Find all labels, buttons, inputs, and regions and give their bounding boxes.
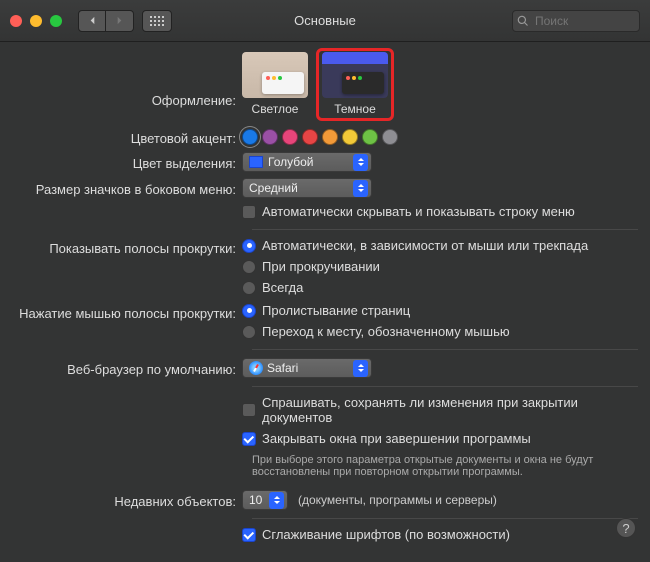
- titlebar: Основные: [0, 0, 650, 42]
- accent-swatch[interactable]: [262, 129, 278, 145]
- appearance-light[interactable]: Светлое: [242, 52, 308, 116]
- scrollbars-auto-label: Автоматически, в зависимости от мыши или…: [262, 238, 588, 253]
- highlight-select[interactable]: Голубой: [242, 152, 372, 172]
- appearance-dark[interactable]: Темное: [318, 50, 392, 119]
- divider: [252, 349, 638, 350]
- accent-swatch[interactable]: [382, 129, 398, 145]
- sidebar-size-select[interactable]: Средний: [242, 178, 372, 198]
- search-input[interactable]: [512, 10, 640, 32]
- search-icon: [517, 15, 529, 27]
- chevron-updown-icon: [353, 360, 368, 377]
- appearance-label: Оформление:: [12, 90, 242, 108]
- divider: [252, 386, 638, 387]
- chevron-updown-icon: [269, 492, 284, 509]
- scrollbars-scrolling-radio[interactable]: [242, 260, 256, 274]
- scrollbars-auto-radio[interactable]: [242, 239, 256, 253]
- nav-buttons: [78, 10, 134, 32]
- divider: [252, 518, 638, 519]
- highlight-label: Цвет выделения:: [12, 153, 242, 171]
- autohide-label: Автоматически скрывать и показывать стро…: [262, 204, 575, 219]
- accent-swatch[interactable]: [342, 129, 358, 145]
- chevron-updown-icon: [353, 154, 368, 171]
- close-windows-label: Закрывать окна при завершении программы: [262, 431, 531, 446]
- accent-label: Цветовой акцент:: [12, 128, 242, 146]
- show-all-button[interactable]: [142, 10, 172, 32]
- font-smoothing-checkbox[interactable]: [242, 528, 256, 542]
- zoom-icon[interactable]: [50, 15, 62, 27]
- scrollbars-always-label: Всегда: [262, 280, 303, 295]
- recent-select[interactable]: 10: [242, 490, 288, 510]
- highlight-value: Голубой: [268, 155, 314, 169]
- scrollbars-always-radio[interactable]: [242, 281, 256, 295]
- search-field[interactable]: [512, 10, 640, 32]
- recent-suffix: (документы, программы и серверы): [298, 493, 497, 507]
- accent-swatch[interactable]: [322, 129, 338, 145]
- ask-save-checkbox[interactable]: [242, 403, 256, 417]
- accent-swatch[interactable]: [282, 129, 298, 145]
- ask-save-label: Спрашивать, сохранять ли изменения при з…: [262, 395, 638, 425]
- recent-label: Недавних объектов:: [12, 491, 242, 509]
- highlight-swatch-icon: [249, 156, 263, 168]
- scrollbars-label: Показывать полосы прокрутки:: [12, 238, 242, 256]
- accent-swatch[interactable]: [242, 129, 258, 145]
- safari-icon: [249, 361, 263, 375]
- divider: [252, 229, 638, 230]
- autohide-checkbox[interactable]: [242, 205, 256, 219]
- sidebar-size-label: Размер значков в боковом меню:: [12, 179, 242, 197]
- scrollbars-scrolling-label: При прокручивании: [262, 259, 380, 274]
- close-windows-checkbox[interactable]: [242, 432, 256, 446]
- appearance-dark-label: Темное: [322, 102, 388, 116]
- back-button[interactable]: [78, 10, 106, 32]
- accent-swatch[interactable]: [302, 129, 318, 145]
- scrollclick-jump-radio[interactable]: [242, 325, 256, 339]
- window-controls: [10, 15, 62, 27]
- close-icon[interactable]: [10, 15, 22, 27]
- accent-swatch[interactable]: [362, 129, 378, 145]
- forward-button[interactable]: [106, 10, 134, 32]
- help-button[interactable]: ?: [616, 518, 636, 538]
- recent-value: 10: [249, 493, 262, 507]
- browser-label: Веб-браузер по умолчанию:: [12, 359, 242, 377]
- window-title: Основные: [294, 13, 356, 28]
- font-smoothing-label: Сглаживание шрифтов (по возможности): [262, 527, 510, 542]
- close-windows-note: При выборе этого параметра открытые доку…: [252, 454, 638, 478]
- chevron-updown-icon: [353, 180, 368, 197]
- scrollclick-page-radio[interactable]: [242, 304, 256, 318]
- browser-value: Safari: [267, 361, 298, 375]
- scrollclick-jump-label: Переход к месту, обозначенному мышью: [262, 324, 510, 339]
- sidebar-size-value: Средний: [249, 181, 298, 195]
- scrollclick-page-label: Пролистывание страниц: [262, 303, 410, 318]
- appearance-light-label: Светлое: [242, 102, 308, 116]
- scrollclick-label: Нажатие мышью полосы прокрутки:: [12, 303, 242, 321]
- browser-select[interactable]: Safari: [242, 358, 372, 378]
- minimize-icon[interactable]: [30, 15, 42, 27]
